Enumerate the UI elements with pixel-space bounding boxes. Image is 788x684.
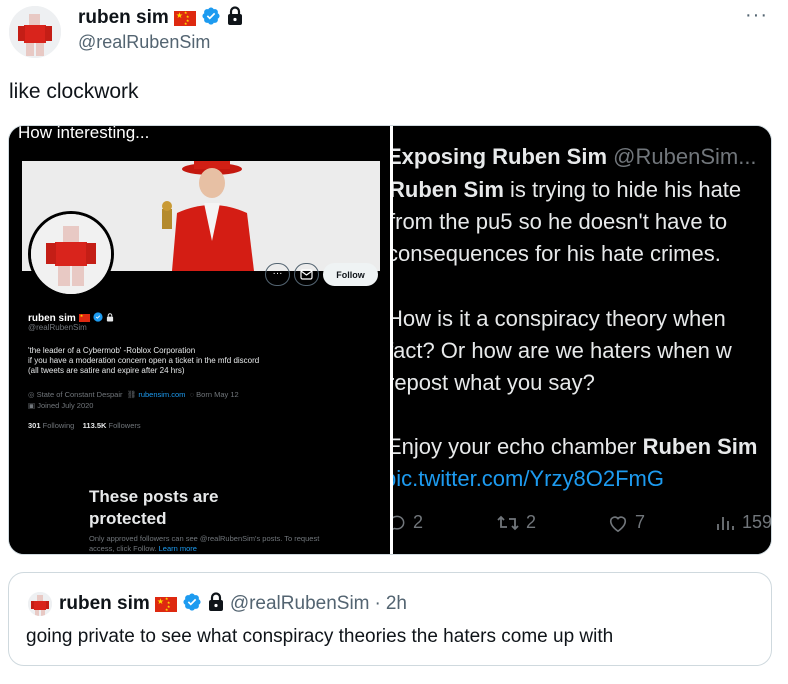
reply-action[interactable]: 2 — [393, 512, 423, 533]
china-flag-icon: ★ ★ ★ ★ ★ — [173, 10, 196, 26]
link-icon: ⛓ — [126, 390, 137, 399]
lock-icon — [106, 309, 114, 327]
post-media[interactable]: How interesting... ··· Follow ruben sim … — [8, 125, 772, 555]
author-name-row: ruben sim ★ ★ ★ ★ ★ — [78, 5, 244, 31]
quoted-line: fact? Or how are we haters when w — [393, 338, 732, 363]
quoted-line: consequences for his hate crimes. — [393, 241, 721, 266]
bio-line: (all tweets are satire and expire after … — [28, 366, 185, 375]
followers-label: Followers — [108, 421, 141, 430]
media-left-screenshot[interactable]: How interesting... ··· Follow ruben sim … — [9, 126, 390, 554]
repost-count: 2 — [526, 512, 537, 532]
quoted-action-bar: 2 2 7 159 — [393, 512, 771, 536]
quoted-line: repost what you say? — [393, 370, 595, 395]
profile-website[interactable]: rubensim.com — [138, 390, 185, 399]
protected-title: These posts are protected — [89, 487, 219, 528]
views-count: 159 — [742, 512, 771, 532]
quoted-line: Enjoy your echo chamber Ruben Sim — [393, 434, 757, 460]
profile-avatar — [28, 211, 114, 297]
quote-time: 2h — [385, 593, 407, 614]
repost-icon — [497, 515, 519, 530]
quote-handle: @realRubenSim — [229, 593, 370, 614]
quoted-line-pre: Enjoy your echo chamber — [393, 434, 643, 459]
bio-line: 'the leader of a Cybermob' -Roblox Corpo… — [28, 346, 196, 355]
china-flag-icon: ★ ★ ★ ★ ★ — [154, 596, 177, 612]
quoted-line-rest: is trying to hide his hate — [503, 177, 742, 202]
birthday-icon: ◌ — [189, 390, 195, 399]
following-label: Following — [42, 421, 75, 430]
author-handle[interactable]: @realRubenSim — [78, 32, 210, 53]
post-text: like clockwork — [9, 80, 139, 103]
follow-button[interactable]: Follow — [323, 263, 378, 286]
quoted-mention: Ruben Sim — [393, 177, 504, 202]
bio-line: if you have a moderation concern open a … — [28, 356, 260, 365]
quote-header: ruben sim ★ ★ ★ ★ ★ @realRubenSim · 2h — [59, 591, 407, 617]
quote-display-name: ruben sim — [59, 593, 150, 614]
more-icon[interactable]: ··· — [745, 4, 768, 27]
views-icon — [717, 516, 734, 530]
media-caption: How interesting... — [18, 126, 150, 142]
views-action[interactable]: 159 — [716, 512, 771, 533]
learn-more-link[interactable]: Learn more — [159, 544, 197, 553]
profile-handle: @realRubenSim — [28, 323, 87, 332]
quoted-line: How is it a conspiracy theory when — [393, 306, 726, 331]
quote-avatar — [28, 592, 52, 616]
followers-count: 113.5K — [82, 421, 107, 430]
reply-icon — [393, 515, 405, 530]
reply-count: 2 — [413, 512, 424, 532]
profile-name: ruben sim — [28, 312, 76, 324]
profile-location: State of Constant Despair — [36, 390, 123, 399]
profile-bio: 'the leader of a Cybermob' -Roblox Corpo… — [28, 346, 378, 376]
like-icon — [609, 515, 627, 532]
quoted-header-name: Exposing Ruben Sim — [393, 144, 608, 169]
quoted-line: Ruben Sim is trying to hide his hate — [393, 177, 741, 203]
verified-icon — [182, 592, 202, 617]
quote-separator: · — [374, 593, 381, 614]
profile-joined: Joined July 2020 — [37, 401, 94, 410]
author-display-name[interactable]: ruben sim — [78, 7, 169, 29]
like-action[interactable]: 7 — [607, 512, 645, 533]
media-right-screenshot[interactable]: Exposing Ruben Sim @RubenSim... Ruben Si… — [393, 126, 771, 554]
verified-icon — [201, 6, 221, 31]
protected-subtitle: Only approved followers can see @realRub… — [89, 534, 329, 554]
profile-meta: ◎ State of Constant Despair ⛓ rubensim.c… — [28, 389, 378, 411]
location-icon: ◎ — [28, 390, 35, 399]
profile-born: Born May 12 — [196, 390, 239, 399]
like-count: 7 — [635, 512, 646, 532]
quoted-line: from the pu5 so he doesn't have to — [393, 209, 728, 234]
following-count: 301 — [28, 421, 41, 430]
profile-more-button[interactable]: ··· — [265, 263, 290, 286]
china-flag-icon: ★ — [78, 314, 90, 322]
quoted-pic-link[interactable]: pic.twitter.com/Yrzy8O2FmG — [393, 466, 664, 492]
quoted-header: Exposing Ruben Sim @RubenSim... — [393, 144, 757, 170]
repost-action[interactable]: 2 — [496, 512, 536, 533]
calendar-icon: ▣ — [28, 401, 36, 410]
lock-icon — [207, 591, 225, 617]
protected-sub-text: Only approved followers can see @realRub… — [89, 534, 320, 553]
quoted-header-handle: @RubenSim... — [613, 144, 757, 169]
lock-icon — [226, 5, 244, 31]
quoted-tweet[interactable]: ruben sim ★ ★ ★ ★ ★ @realRubenSim · 2h g… — [8, 572, 772, 666]
profile-stats: 301 Following 113.5K Followers — [28, 421, 141, 430]
verified-icon — [93, 309, 103, 327]
quoted-mention: Ruben Sim — [642, 434, 758, 459]
message-button[interactable] — [294, 263, 319, 286]
author-avatar[interactable] — [9, 6, 61, 58]
quote-text: going private to see what conspiracy the… — [26, 626, 614, 647]
